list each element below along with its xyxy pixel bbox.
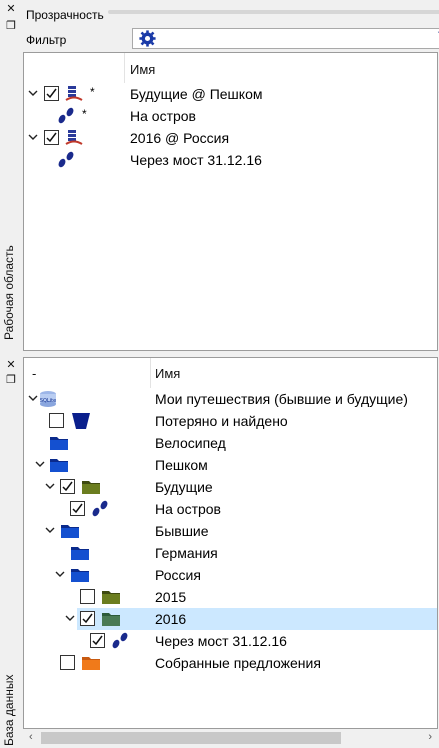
database-row[interactable]: Россия: [24, 564, 437, 586]
workspace-toolbar: Прозрачность Фильтр: [22, 0, 439, 52]
database-row[interactable]: Будущие: [24, 476, 437, 498]
svg-text:SQLite: SQLite: [40, 398, 56, 404]
filter-label: Фильтр: [26, 33, 67, 47]
folder-blue-icon: [50, 459, 68, 472]
database-row[interactable]: SQLite Мои путешествия (бывшие и будущие…: [24, 388, 437, 410]
row-label: Будущие @ Пешком: [130, 86, 263, 102]
database-tree[interactable]: - Имя SQLite Мои путешествия (бывшие и б…: [23, 357, 438, 729]
row-label: На остров: [130, 108, 196, 124]
folder-green-icon: [102, 613, 120, 626]
folder-blue-icon: [61, 525, 79, 538]
gear-icon[interactable]: [139, 30, 156, 47]
transparency-slider-track[interactable]: [108, 10, 439, 14]
chevron-down-icon[interactable]: [27, 87, 39, 99]
row-checkbox[interactable]: [70, 501, 85, 516]
workspace-dock-label: Рабочая область: [2, 245, 16, 340]
footprints-icon: [58, 151, 74, 168]
database-row[interactable]: Через мост 31.12.16: [24, 630, 437, 652]
workspace-row[interactable]: Через мост 31.12.16: [24, 149, 437, 171]
footprints-icon: [58, 107, 74, 124]
database-row-selected[interactable]: 2016: [65, 608, 437, 630]
column-header-name[interactable]: Имя: [155, 366, 180, 381]
database-row[interactable]: Потеряно и найдено: [24, 410, 437, 432]
database-dock-side: ✕ ❐ База данных: [0, 354, 22, 748]
row-checkbox[interactable]: [60, 655, 75, 670]
database-row[interactable]: Велосипед: [24, 432, 437, 454]
scroll-left-icon[interactable]: ‹: [29, 731, 33, 743]
row-checkbox[interactable]: [49, 413, 64, 428]
row-label: Будущие: [155, 479, 213, 495]
database-row[interactable]: Пешком: [24, 454, 437, 476]
close-icon[interactable]: ✕: [5, 3, 17, 15]
modified-mark: *: [82, 107, 87, 121]
row-label: 2015: [155, 589, 187, 605]
row-label: 2016: [155, 611, 187, 627]
scroll-right-icon[interactable]: ›: [428, 731, 432, 743]
scrollbar-thumb[interactable]: [41, 732, 341, 744]
workspace-dock-side: ✕ ❐ Рабочая область: [0, 0, 22, 352]
chevron-down-icon[interactable]: [34, 458, 46, 470]
horizontal-scrollbar[interactable]: ‹ ›: [23, 729, 438, 747]
database-dock-label: База данных: [2, 674, 16, 746]
transparency-label: Прозрачность: [26, 8, 104, 22]
modified-mark: *: [90, 85, 95, 99]
folder-blue-icon: [71, 547, 89, 560]
row-label: Россия: [155, 567, 201, 583]
sqlite-db-icon: SQLite: [40, 391, 56, 407]
row-label: Германия: [155, 545, 218, 561]
row-label: Через мост 31.12.16: [155, 633, 287, 649]
column-header-minus[interactable]: -: [32, 366, 36, 381]
folder-green-icon: [102, 591, 120, 604]
database-row[interactable]: На остров: [24, 498, 437, 520]
workspace-row[interactable]: 2016 @ Россия: [24, 127, 437, 149]
footprints-icon: [92, 500, 108, 517]
database-row[interactable]: Бывшие: [24, 520, 437, 542]
filter-input[interactable]: [132, 28, 439, 49]
row-label: Собранные предложения: [155, 655, 321, 671]
restore-icon[interactable]: ❐: [5, 20, 17, 32]
row-checkbox[interactable]: [80, 611, 95, 626]
database-row[interactable]: Германия: [24, 542, 437, 564]
row-label: На остров: [155, 501, 221, 517]
chevron-down-icon[interactable]: [44, 480, 56, 492]
row-checkbox[interactable]: [80, 589, 95, 604]
row-checkbox[interactable]: [44, 86, 59, 101]
chevron-down-icon[interactable]: [44, 524, 56, 536]
folder-blue-icon: [71, 569, 89, 582]
row-label: Мои путешествия (бывшие и будущие): [155, 391, 408, 407]
database-row[interactable]: 2015: [24, 586, 437, 608]
row-checkbox[interactable]: [90, 633, 105, 648]
row-label: 2016 @ Россия: [130, 130, 230, 146]
folder-green-icon: [82, 481, 100, 494]
row-label: Пешком: [155, 457, 208, 473]
column-header-name[interactable]: Имя: [130, 62, 155, 77]
workspace-row[interactable]: * Будущие @ Пешком: [24, 83, 437, 105]
restore-icon[interactable]: ❐: [5, 374, 17, 386]
workspace-tree[interactable]: Имя * Будущие @ Пешком * На остров 2016 …: [23, 52, 438, 351]
chevron-down-icon[interactable]: [27, 131, 39, 143]
bin-icon: [72, 413, 90, 429]
db-route-icon: [65, 130, 83, 145]
folder-blue-icon: [50, 437, 68, 450]
close-icon[interactable]: ✕: [5, 359, 17, 371]
row-label: Через мост 31.12.16: [130, 152, 262, 168]
row-checkbox[interactable]: [44, 130, 59, 145]
chevron-down-icon[interactable]: [64, 612, 76, 624]
chevron-down-icon[interactable]: [54, 568, 66, 580]
folder-orange-icon: [82, 657, 100, 670]
row-label: Потеряно и найдено: [155, 413, 288, 429]
db-route-icon: [65, 86, 83, 101]
row-checkbox[interactable]: [60, 479, 75, 494]
workspace-row[interactable]: * На остров: [24, 105, 437, 127]
footprints-icon: [112, 632, 128, 649]
database-row[interactable]: Собранные предложения: [24, 652, 437, 674]
row-label: Велосипед: [155, 435, 226, 451]
row-label: Бывшие: [155, 523, 209, 539]
